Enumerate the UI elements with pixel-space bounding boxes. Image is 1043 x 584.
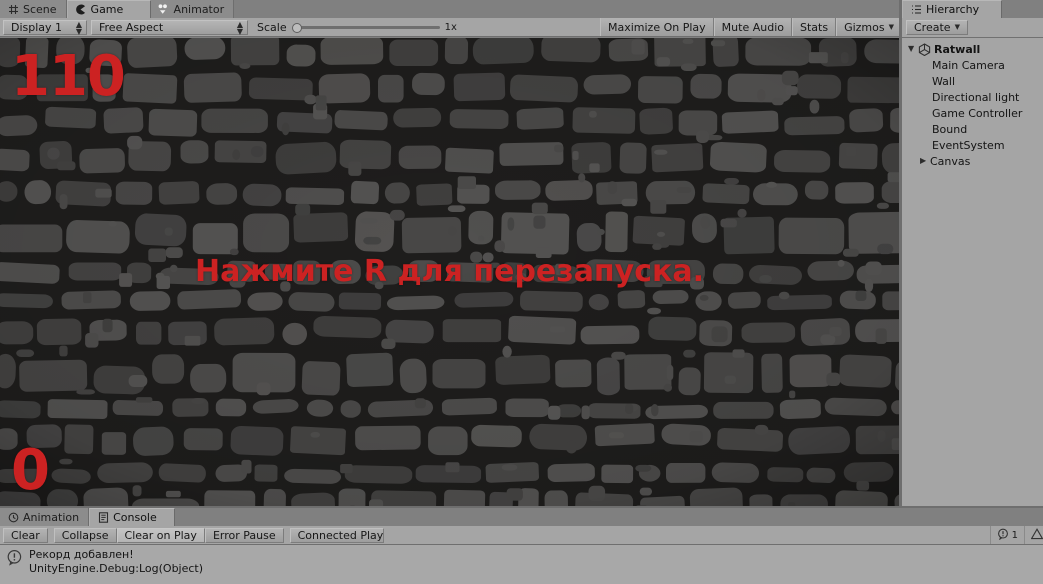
aspect-dropdown-arrows: ▲ ▼	[236, 19, 243, 36]
tab-console[interactable]: Console	[89, 508, 176, 526]
gizmos-label: Gizmos	[844, 20, 885, 34]
game-view-toolbar: Display 1 ▲ ▼ Free Aspect ▲ ▼ Scale 1x Max…	[0, 18, 902, 37]
display-dropdown-arrows: ▲ ▼	[75, 19, 82, 36]
hierarchy-root-label: Ratwall	[934, 42, 981, 56]
hierarchy-item[interactable]: Game Controller	[902, 105, 1043, 121]
scale-label: Scale	[257, 20, 287, 34]
stats-button[interactable]: Stats	[791, 18, 837, 36]
console-panel-tabstrip: Animation Console	[0, 508, 902, 526]
hierarchy-root-item[interactable]: ▼ Ratwall	[902, 41, 1043, 57]
maximize-on-play-button[interactable]: Maximize On Play	[599, 18, 714, 36]
tab-game-label: Game	[90, 3, 124, 16]
unity-logo-icon	[918, 42, 931, 56]
scale-slider-handle[interactable]	[291, 22, 302, 33]
collapse-button-label: Collapse	[61, 529, 109, 542]
game-view-render[interactable]: 110 Нажмите R для перезапуска. 0	[0, 38, 899, 506]
create-button[interactable]: Create ▼	[906, 20, 968, 35]
hierarchy-item[interactable]: Wall	[902, 73, 1043, 89]
hierarchy-item[interactable]: EventSystem	[902, 137, 1043, 153]
info-count-label: 1	[1011, 529, 1018, 541]
info-icon	[6, 549, 23, 569]
hierarchy-item-label: Bound	[932, 122, 968, 136]
maximize-on-play-label: Maximize On Play	[607, 20, 706, 34]
hierarchy-item[interactable]: ▶ Canvas	[902, 153, 1043, 169]
hierarchy-panel-tabstrip: Hierarchy	[902, 0, 1043, 18]
scale-value: 1x	[444, 21, 457, 33]
hierarchy-item-label: EventSystem	[932, 138, 1005, 152]
score-bottom-text: 0	[11, 438, 50, 503]
clear-button-label: Clear	[11, 529, 40, 542]
display-dropdown[interactable]: Display 1 ▲ ▼	[3, 20, 87, 35]
game-pacman-icon	[75, 4, 87, 16]
tab-scene[interactable]: Scene	[0, 0, 67, 18]
clock-icon	[7, 511, 19, 523]
connected-player-dropdown[interactable]: Connected Playe ▼	[289, 528, 384, 543]
hierarchy-item[interactable]: Main Camera	[902, 57, 1043, 73]
console-log-list[interactable]: Рекорд добавлен! UnityEngine.Debug:Log(O…	[0, 545, 1043, 584]
collapse-button[interactable]: Collapse	[53, 528, 117, 543]
console-log-stack: UnityEngine.Debug:Log(Object)	[29, 562, 204, 575]
hierarchy-item-label: Canvas	[930, 154, 971, 168]
console-log-entry[interactable]: Рекорд добавлен! UnityEngine.Debug:Log(O…	[0, 545, 1043, 576]
info-icon	[997, 528, 1009, 543]
animator-icon	[158, 3, 170, 15]
grid-icon	[7, 3, 19, 15]
warning-triangle-icon	[1030, 527, 1043, 543]
connected-player-label: Connected Playe	[297, 529, 384, 542]
console-counters: 1	[989, 526, 1043, 544]
hierarchy-item-label: Directional light	[932, 90, 1020, 104]
hierarchy-item-label: Game Controller	[932, 106, 1023, 120]
tab-animation-label: Animation	[23, 510, 80, 524]
hierarchy-item-label: Main Camera	[932, 58, 1005, 72]
hierarchy-item-label: Wall	[932, 74, 956, 88]
hierarchy-tree[interactable]: ▼ Ratwall Main Camera Wall Directional lig…	[902, 38, 1043, 506]
tab-animation[interactable]: Animation	[0, 508, 90, 526]
aspect-dropdown-label: Free Aspect	[99, 21, 164, 34]
console-toolbar: Clear Collapse Clear on Play Error Pause…	[0, 526, 1043, 545]
error-pause-button[interactable]: Error Pause	[204, 528, 284, 543]
expand-triangle-icon[interactable]: ▼	[908, 45, 918, 53]
display-dropdown-label: Display 1	[11, 21, 63, 34]
hierarchy-item[interactable]: Directional light	[902, 89, 1043, 105]
aspect-dropdown[interactable]: Free Aspect ▲ ▼	[91, 20, 248, 35]
tab-game[interactable]: Game	[66, 0, 151, 18]
scale-slider-track	[296, 25, 440, 29]
mute-audio-button[interactable]: Mute Audio	[713, 18, 792, 36]
mute-audio-label: Mute Audio	[721, 20, 784, 34]
gizmos-button[interactable]: Gizmos ▼	[836, 18, 902, 36]
chevron-down-icon: ▼	[954, 23, 960, 31]
clear-on-play-button[interactable]: Clear on Play	[116, 528, 205, 543]
chevron-down-icon: ▼	[888, 22, 894, 31]
tab-animator-label: Animator	[173, 2, 225, 16]
warning-count-badge[interactable]	[1024, 526, 1043, 544]
stats-label: Stats	[799, 20, 829, 34]
tab-hierarchy-label: Hierarchy	[926, 3, 980, 16]
score-top-text: 110	[11, 44, 126, 109]
hierarchy-item[interactable]: Bound	[902, 121, 1043, 137]
tab-hierarchy[interactable]: Hierarchy	[902, 0, 1002, 18]
create-button-label: Create	[914, 21, 951, 34]
info-count-badge[interactable]: 1	[989, 526, 1024, 544]
console-icon	[97, 512, 109, 524]
clear-on-play-label: Clear on Play	[124, 529, 197, 542]
hierarchy-toolbar: Create ▼	[902, 18, 1043, 38]
restart-message-text: Нажмите R для перезапуска.	[194, 254, 705, 289]
scale-slider-group[interactable]: Scale 1x	[257, 18, 457, 36]
tab-animator[interactable]: Animator	[150, 0, 235, 18]
error-pause-label: Error Pause	[212, 529, 276, 542]
game-panel-tabstrip: Scene Game Animator	[0, 0, 902, 32]
console-log-message: Рекорд добавлен!	[29, 548, 134, 561]
hierarchy-list-icon	[910, 4, 922, 16]
scale-slider[interactable]	[291, 21, 440, 34]
tab-scene-label: Scene	[23, 2, 57, 16]
tab-console-label: Console	[113, 511, 157, 524]
clear-button[interactable]: Clear	[3, 528, 48, 543]
expand-triangle-icon[interactable]: ▶	[920, 157, 930, 165]
